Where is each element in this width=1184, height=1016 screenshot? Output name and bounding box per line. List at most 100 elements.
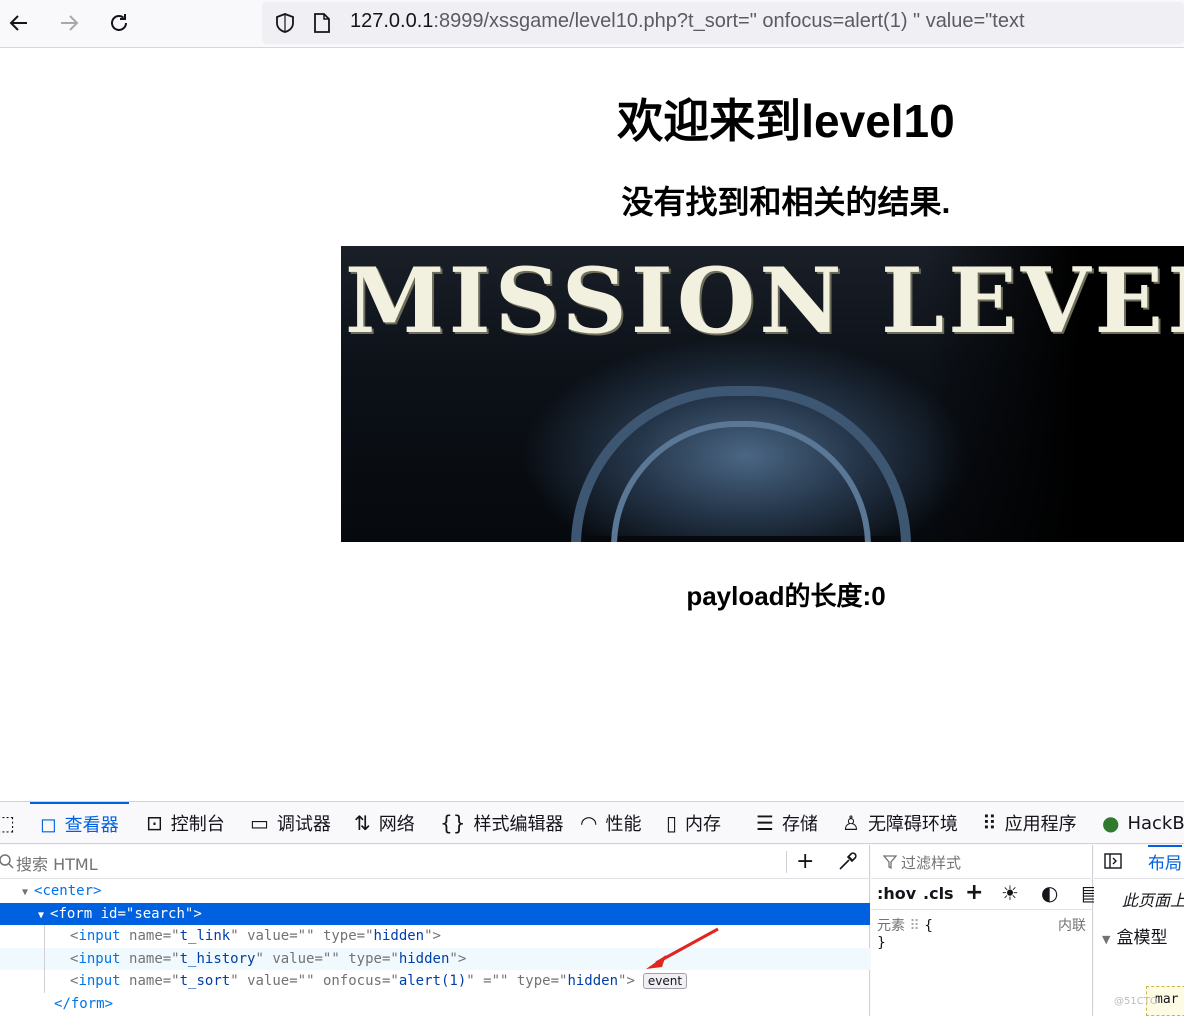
dom-tree: ▼ <center> ▼ <form id="search"> <input nam…: [0, 880, 870, 1015]
layout-note: 此页面上: [1122, 891, 1184, 910]
rules-toolbar: :hov .cls + ☀ ◐ ▤: [871, 880, 1100, 910]
storage-icon: ☰: [756, 811, 774, 835]
watermark: @51CTO: [1114, 996, 1158, 1007]
back-button[interactable]: [2, 6, 36, 40]
dom-node-input-link[interactable]: <input name="t_link" value="" type="hidd…: [0, 925, 870, 948]
divider: [786, 851, 787, 873]
add-rule-button[interactable]: +: [965, 880, 983, 905]
hackbar-icon: ●: [1102, 811, 1120, 835]
payload-length-text: payload的长度:0: [686, 581, 886, 611]
page-icon[interactable]: [312, 12, 332, 34]
filter-styles-input[interactable]: 过滤样式: [901, 852, 961, 873]
eyedropper-icon[interactable]: [836, 851, 858, 873]
dom-node-input-history[interactable]: <input name="t_history" value="" type="h…: [0, 947, 870, 970]
url-text[interactable]: 127.0.0.1:8999/xssgame/level10.php?t_sor…: [350, 10, 1025, 33]
forward-button[interactable]: [52, 6, 86, 40]
banner-text: MISSION LEVEL 10: [345, 248, 1184, 354]
dom-node-center[interactable]: ▼ <center>: [0, 880, 870, 903]
tab-label: 网络: [378, 814, 415, 835]
tab-accessibility[interactable]: ♙ 无障碍环境: [842, 802, 958, 844]
tab-inspector[interactable]: ◻ 查看器: [30, 802, 129, 844]
layout-tabbar: 布局: [1094, 845, 1184, 879]
tab-label: 应用程序: [1004, 814, 1077, 835]
mission-banner-image: MISSION LEVEL 10: [341, 246, 1184, 542]
tab-performance[interactable]: ◠ 性能: [580, 802, 641, 844]
inspector-pane: 搜索 HTML + ▼ <center> ▼ <form id="search"> …: [0, 845, 870, 1016]
tab-network[interactable]: ⇅ 网络: [354, 802, 415, 844]
tree-guide: [44, 947, 45, 970]
hov-toggle[interactable]: :hov: [877, 884, 916, 903]
shield-icon[interactable]: [274, 12, 296, 34]
attr-value: hidden: [373, 928, 425, 944]
sidebar-toggle-icon[interactable]: [1104, 853, 1122, 869]
tab-layout[interactable]: 布局: [1148, 845, 1182, 874]
style-editor-icon: {}: [440, 811, 466, 835]
boxmodel-header[interactable]: ▼ 盒模型: [1102, 923, 1167, 948]
tab-label: 性能: [605, 814, 642, 835]
element-picker-button[interactable]: ⬚: [0, 802, 22, 844]
expand-icon[interactable]: ▼: [22, 882, 34, 905]
expand-icon[interactable]: ▼: [38, 905, 50, 928]
tag-name: form: [58, 905, 93, 922]
dom-node-form-close[interactable]: </form>: [0, 993, 870, 1016]
url-bar[interactable]: 127.0.0.1:8999/xssgame/level10.php?t_sor…: [262, 2, 1184, 44]
attr-value: alert(1): [398, 973, 467, 989]
tab-label: HackB: [1127, 812, 1184, 834]
attr-value: t_sort: [179, 973, 231, 989]
tab-memory[interactable]: ▯ 内存: [666, 802, 721, 844]
tab-label: 内存: [685, 814, 722, 835]
light-mode-icon[interactable]: ☀: [1001, 881, 1019, 905]
application-icon: ⠿: [982, 811, 997, 835]
attr-value: t_link: [179, 928, 231, 944]
accessibility-icon: ♙: [842, 811, 860, 835]
brace-open: {: [924, 918, 934, 934]
memory-icon: ▯: [666, 811, 678, 835]
event-badge[interactable]: event: [642, 973, 688, 989]
element-rule: 元素 ⠿ {: [877, 915, 933, 935]
grid-icon: ⠿: [909, 918, 920, 934]
reload-button[interactable]: [102, 6, 136, 40]
dom-node-input-sort[interactable]: <input name="t_sort" value="" onfocus="a…: [0, 970, 870, 993]
tag-name: /form: [62, 995, 105, 1012]
tab-storage[interactable]: ☰ 存储: [756, 802, 818, 844]
browser-toolbar: 127.0.0.1:8999/xssgame/level10.php?t_sor…: [0, 0, 1184, 48]
tab-label: 无障碍环境: [867, 814, 958, 835]
boxmodel-label: 盒模型: [1116, 928, 1168, 948]
tab-debugger[interactable]: ▭ 调试器: [250, 802, 331, 844]
rules-pane: 过滤样式 :hov .cls + ☀ ◐ ▤ 元素 ⠿ { 内联 }: [871, 845, 1100, 1016]
tab-hackbar[interactable]: ● HackB: [1102, 802, 1184, 844]
tab-console[interactable]: ⊡ 控制台: [146, 802, 225, 844]
brace-close: }: [877, 935, 886, 951]
tree-guide: [44, 970, 45, 993]
add-node-button[interactable]: +: [796, 849, 814, 874]
search-html-input[interactable]: 搜索 HTML: [16, 851, 98, 875]
search-row: 搜索 HTML +: [0, 845, 870, 879]
tab-label: 样式编辑器: [473, 814, 564, 835]
collapse-icon: ▼: [1102, 933, 1111, 946]
cls-toggle[interactable]: .cls: [923, 884, 954, 903]
attr-name: id: [100, 905, 118, 922]
element-label: 元素: [877, 918, 905, 934]
layout-pane: 布局 此页面上 ▼ 盒模型 mar: [1094, 845, 1184, 1016]
filter-icon: [883, 855, 897, 870]
tab-label: 查看器: [64, 815, 119, 836]
tree-guide: [44, 925, 45, 948]
tab-label: 调试器: [276, 814, 331, 835]
attr-value: t_history: [179, 950, 256, 967]
annotation-arrow: [646, 927, 719, 969]
picker-icon: ⬚: [0, 811, 15, 835]
plus-icon: +: [796, 849, 815, 874]
attr-value: search: [134, 905, 185, 922]
network-icon: ⇅: [354, 811, 371, 835]
dom-node-form[interactable]: ▼ <form id="search">: [0, 902, 870, 928]
tab-style-editor[interactable]: {} 样式编辑器: [440, 802, 563, 844]
tab-label: 控制台: [170, 814, 225, 835]
page-title: 欢迎来到level10: [617, 95, 955, 147]
tab-application[interactable]: ⠿ 应用程序: [982, 802, 1077, 844]
url-host: 127.0.0.1: [350, 10, 434, 32]
reload-icon: [111, 14, 127, 31]
devtools-tabbar: ⬚ ◻ 查看器 ⊡ 控制台 ▭ 调试器 ⇅ 网络 {} 样式编辑器 ◠ 性能 ▯ 内存 ☰ 存储…: [0, 802, 1184, 844]
attr-extra: ="": [483, 973, 509, 989]
performance-icon: ◠: [580, 811, 598, 835]
dark-mode-icon[interactable]: ◐: [1041, 881, 1058, 905]
